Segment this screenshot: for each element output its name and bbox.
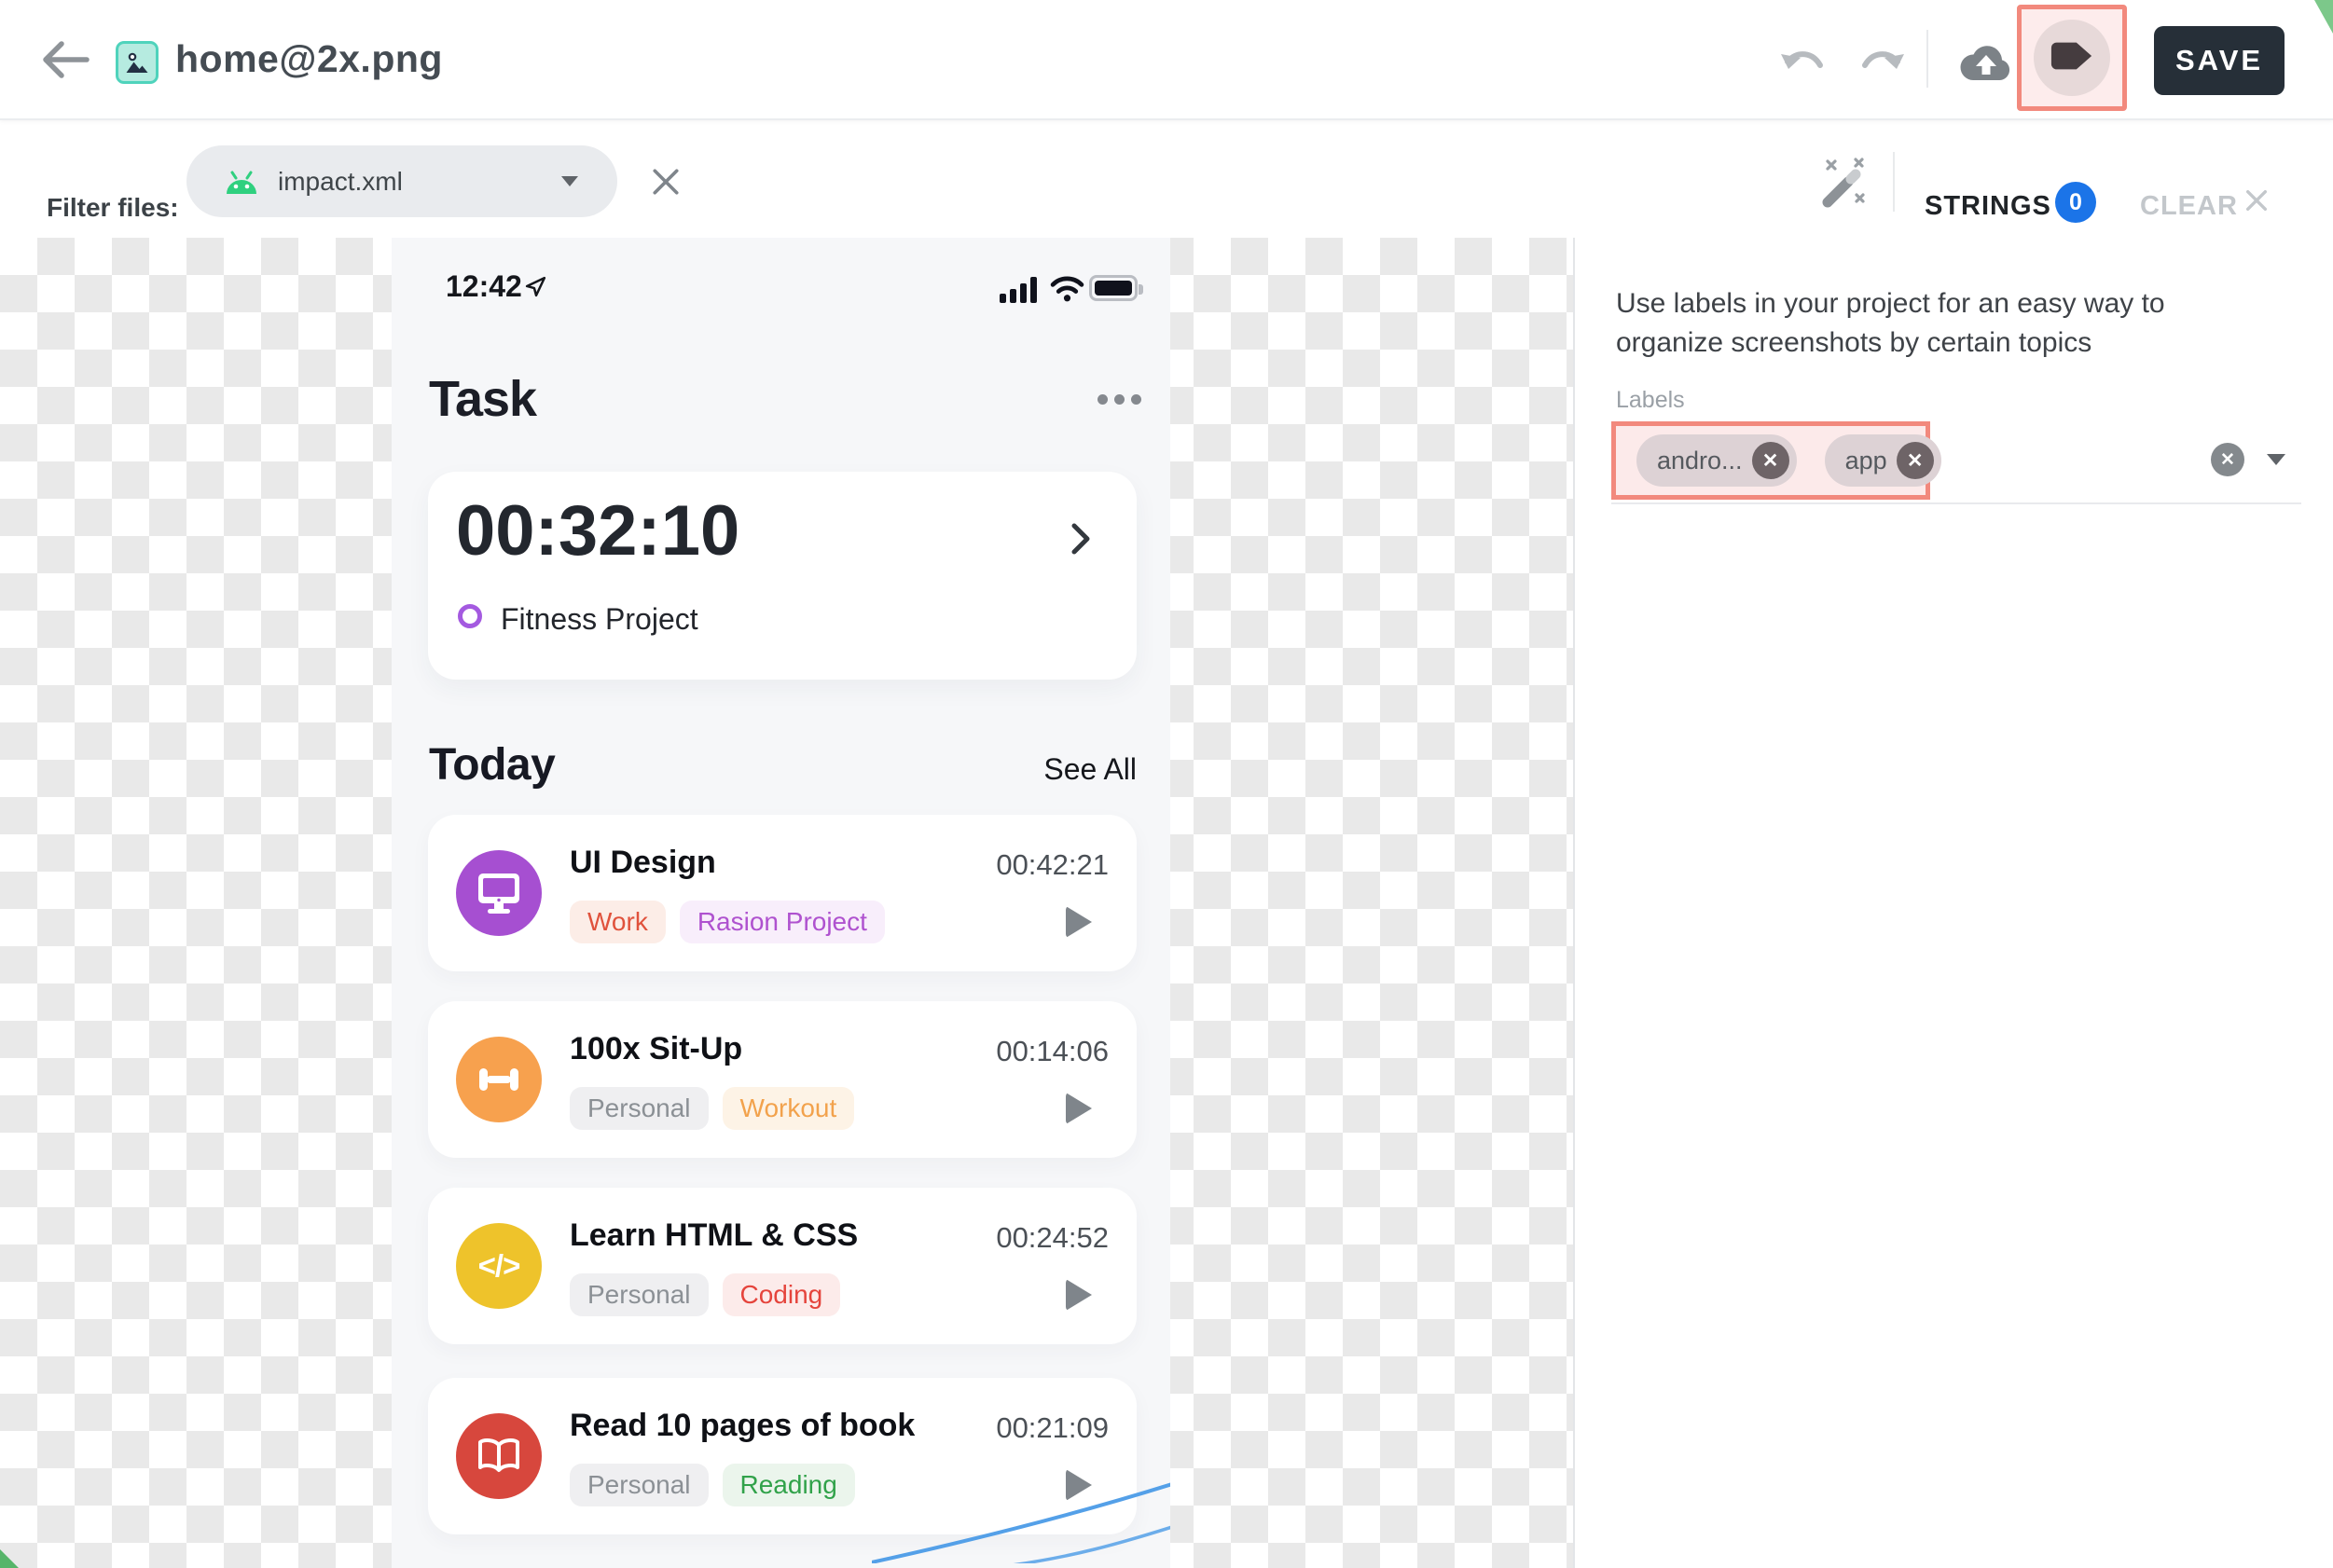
task-time: 00:14:06 [996,1035,1109,1068]
strings-count-badge: 0 [2055,182,2096,223]
task-tags: Personal Coding [570,1273,840,1316]
file-filter-dropdown[interactable]: impact.xml [186,145,617,217]
see-all-link: See All [1043,752,1137,787]
wifi-icon [1050,275,1084,307]
selection-corner [0,1549,19,1568]
battery-icon [1089,275,1138,301]
filter-bar: Filter files: impact.xml [0,120,2333,238]
toolbar-divider [1926,30,1928,88]
back-arrow-icon [39,68,91,84]
document-title: home@2x.png [175,37,443,81]
undo-icon [1779,70,1828,86]
dropdown-caret-icon [561,176,578,186]
screenshot-preview[interactable]: 12:42 Task 00:32:10 Fitness Project Toda… [392,238,1170,1568]
monitor-icon [456,850,542,936]
tag: Coding [723,1273,841,1316]
android-icon [224,167,259,197]
labels-field-underline [1611,502,2301,504]
selected-file-name: impact.xml [278,167,403,197]
chevron-right-icon [1070,520,1092,562]
task-tags: Personal Workout [570,1087,854,1130]
tag: Reading [723,1464,855,1506]
task-title: 100x Sit-Up [570,1031,742,1067]
label-tag-icon [2050,40,2094,76]
redo-icon [1857,70,1906,86]
labels-caption: Labels [1616,387,1685,414]
task-card: 100x Sit-Up 00:14:06 Personal Workout [428,1001,1137,1158]
selection-corner [2314,0,2333,34]
label-chip-text: app [1845,447,1887,475]
label-tool-circle [2034,20,2110,96]
back-button[interactable] [39,39,91,80]
project-ring-icon [458,604,482,628]
task-title: UI Design [570,845,716,881]
timer-value: 00:32:10 [456,490,739,571]
auto-detect-button[interactable] [1816,156,1867,210]
undo-button[interactable] [1779,48,1828,82]
play-icon [1066,906,1092,938]
task-time: 00:42:21 [996,848,1109,882]
dumbbell-icon [456,1037,542,1122]
task-title: Learn HTML & CSS [570,1217,858,1254]
tag: Personal [570,1464,709,1506]
tag: Personal [570,1087,709,1130]
location-arrow-icon [524,275,547,303]
task-tags: Work Rasion Project [570,901,885,943]
remove-chip-icon[interactable]: ✕ [1897,442,1934,479]
timer-card: 00:32:10 Fitness Project [428,472,1137,680]
labels-input-highlight[interactable]: andro... ✕ app ✕ [1611,421,1930,500]
labels-dropdown-caret-icon[interactable] [2267,454,2285,465]
task-tags: Personal Reading [570,1464,855,1506]
task-card: UI Design 00:42:21 Work Rasion Project [428,815,1137,971]
clear-button[interactable]: CLEAR [2140,191,2238,222]
label-chip-text: andro... [1657,447,1743,475]
label-chip[interactable]: app ✕ [1825,434,1941,487]
save-button[interactable]: SAVE [2154,26,2285,95]
top-toolbar: home@2x.png SAVE [0,0,2333,120]
tag: Work [570,901,666,943]
filter-files-label: Filter files: [47,193,179,223]
tag: Rasion Project [680,901,885,943]
magic-wand-icon [1816,198,1867,213]
status-bar-time: 12:42 [446,269,522,304]
task-time: 00:21:09 [996,1411,1109,1445]
play-icon [1066,1279,1092,1311]
tag: Workout [723,1087,855,1130]
task-time: 00:24:52 [996,1221,1109,1255]
upload-button[interactable] [1960,39,2012,82]
redo-button[interactable] [1857,48,1906,82]
remove-chip-icon[interactable]: ✕ [1752,442,1789,479]
filter-clear-button[interactable] [651,167,681,197]
task-card: </> Learn HTML & CSS 00:24:52 Personal C… [428,1188,1137,1344]
book-icon [456,1413,542,1499]
phone-screen-title: Task [429,370,536,428]
code-icon: </> [456,1223,542,1309]
labels-description: Use labels in your project for an easy w… [1616,284,2269,363]
task-title: Read 10 pages of book [570,1408,915,1444]
today-heading: Today [429,739,555,791]
decorative-wave-lines [872,1475,1170,1568]
ellipsis-icon [1097,394,1141,405]
strings-tab[interactable]: STRINGS [1925,191,2051,222]
play-icon [1066,1093,1092,1124]
tag: Personal [570,1273,709,1316]
label-tool-button[interactable] [2017,5,2127,111]
clear-labels-icon[interactable]: ✕ [2211,443,2244,476]
filter-bar-divider [1893,152,1895,212]
image-file-icon [116,41,159,84]
timer-project-name: Fitness Project [501,602,698,637]
close-x-icon [651,185,681,200]
cloud-upload-icon [1960,70,2012,86]
label-chip[interactable]: andro... ✕ [1636,434,1797,487]
signal-bars-icon [1000,277,1042,303]
labels-side-panel: Use labels in your project for an easy w… [1573,238,2333,1568]
clear-x-icon[interactable] [2243,187,2271,215]
